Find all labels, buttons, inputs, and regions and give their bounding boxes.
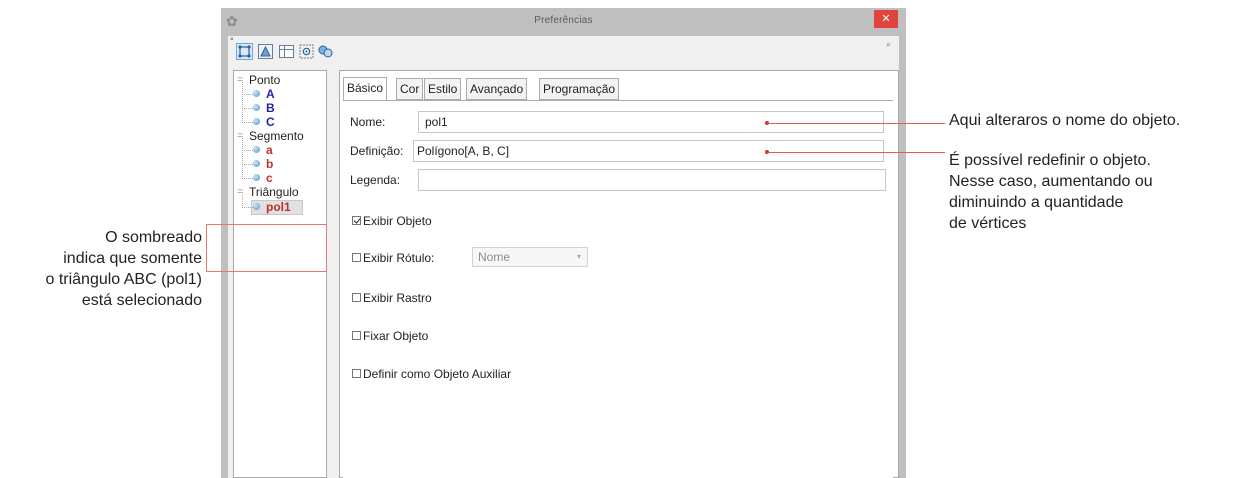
tree-connector — [242, 166, 253, 179]
tab-avancado[interactable]: Avançado — [466, 78, 528, 100]
close-button[interactable]: ✕ — [874, 10, 898, 28]
tab-programacao[interactable]: Programação — [539, 78, 620, 100]
selection-highlight-box — [206, 224, 327, 272]
auxiliary-object-checkbox[interactable] — [352, 369, 361, 379]
show-trace-option[interactable]: Exibir Rastro — [352, 290, 432, 306]
tree-connector — [242, 82, 253, 95]
selection-annotation-line: está selecionado — [81, 292, 202, 309]
tree-connector — [242, 110, 253, 123]
show-object-option[interactable]: Exibir Objeto — [352, 213, 432, 229]
tree-connector — [242, 96, 253, 109]
fix-object-label: Fixar Objeto — [363, 329, 429, 343]
definition-label: Definição: — [350, 144, 404, 158]
definition-annotation: É possível redefinir o objeto. Nesse cas… — [949, 150, 1153, 234]
selection-annotation-line: o triângulo ABC (pol1) — [45, 271, 202, 288]
tab-estilo[interactable]: Estilo — [424, 78, 462, 100]
selection-annotation: O sombreado indica que somente o triângu… — [0, 227, 202, 311]
definition-annotation-line: diminuindo a quantidade — [949, 194, 1124, 211]
properties-panel: Básico Cor Estilo Avançado Programação N… — [339, 70, 899, 478]
tree-connector — [242, 195, 253, 208]
graphics-view-icon[interactable] — [257, 43, 274, 60]
tree-category-label: Triângulo — [249, 185, 299, 199]
algebra-view-icon[interactable] — [298, 43, 315, 60]
tree-item-label: c — [266, 171, 273, 185]
show-object-label: Exibir Objeto — [363, 214, 432, 228]
point-object-icon — [253, 118, 260, 125]
name-label: Nome: — [350, 115, 386, 129]
definition-input[interactable]: Polígono[A, B, C] — [413, 140, 884, 162]
show-trace-label: Exibir Rastro — [363, 291, 432, 305]
annotation-line — [767, 123, 945, 124]
selection-annotation-line: O sombreado — [105, 229, 202, 246]
tree-item-label: A — [266, 87, 275, 101]
tab-cor[interactable]: Cor — [396, 78, 424, 100]
tree-item-label: C — [266, 115, 275, 129]
show-label-checkbox[interactable] — [352, 253, 361, 263]
spreadsheet-view-icon[interactable] — [278, 43, 295, 60]
tree-item-pol1-selected[interactable]: pol1 — [234, 195, 324, 215]
window-title: Preferências — [534, 15, 593, 26]
segment-object-icon — [253, 174, 260, 181]
tree-item-label: a — [266, 143, 273, 157]
tree-category-label: Ponto — [249, 73, 281, 87]
label-type-value: Nome — [478, 250, 511, 264]
caption-input[interactable] — [418, 169, 886, 191]
selection-annotation-line: indica que somente — [63, 250, 202, 267]
chevron-down-icon: ▾ — [576, 252, 581, 261]
auxiliary-object-option[interactable]: Definir como Objeto Auxiliar — [352, 366, 511, 382]
polygon-object-icon — [253, 203, 260, 210]
show-label-label: Exibir Rótulo: — [363, 251, 435, 265]
tree-category-label: Segmento — [249, 129, 304, 143]
tree-connector — [242, 138, 253, 151]
tree-item-label: b — [266, 157, 274, 171]
fix-object-checkbox[interactable] — [352, 331, 361, 341]
fix-object-option[interactable]: Fixar Objeto — [352, 328, 428, 344]
basic-tab-content: Nome: pol1 Definição: Polígono[A, B, C] … — [343, 100, 893, 478]
definition-annotation-line: É possível redefinir o objeto. — [949, 152, 1151, 169]
name-annotation: Aqui alteraros o nome do objeto. — [949, 112, 1181, 129]
segment-object-icon — [253, 160, 260, 167]
name-input[interactable]: pol1 — [418, 111, 884, 133]
tree-item-label: pol1 — [266, 200, 291, 214]
show-label-option[interactable]: Exibir Rótulo: Nome ▾ — [352, 247, 588, 267]
toolbar-grip-icon: ° — [230, 36, 234, 46]
show-object-checkbox[interactable] — [352, 216, 361, 226]
toolbar: ° ⌕ — [228, 36, 899, 66]
show-trace-checkbox[interactable] — [352, 293, 361, 303]
object-tree: = Ponto A B C = Segmento a b c = Triângu… — [233, 70, 327, 478]
pin-icon[interactable]: ⌕ — [886, 39, 891, 50]
definition-annotation-line: de vértices — [949, 215, 1027, 232]
objects-settings-icon[interactable] — [236, 43, 253, 60]
auxiliary-object-label: Definir como Objeto Auxiliar — [363, 367, 512, 381]
point-object-icon — [253, 90, 260, 97]
tree-connector — [242, 152, 253, 165]
label-type-select[interactable]: Nome ▾ — [472, 247, 588, 267]
segment-object-icon — [253, 146, 260, 153]
window-content: ° ⌕ = Ponto A B C = Segmento a b c = Tri… — [228, 36, 899, 478]
title-bar[interactable]: ✿ Preferências ✕ — [221, 8, 906, 36]
tab-basico[interactable]: Básico — [343, 77, 388, 101]
caption-label: Legenda: — [350, 173, 401, 187]
point-object-icon — [253, 104, 260, 111]
annotation-line — [767, 152, 945, 153]
tree-item-label: B — [266, 101, 275, 115]
advanced-settings-icon[interactable] — [317, 43, 334, 60]
definition-annotation-line: Nesse caso, aumentando ou — [949, 173, 1153, 190]
